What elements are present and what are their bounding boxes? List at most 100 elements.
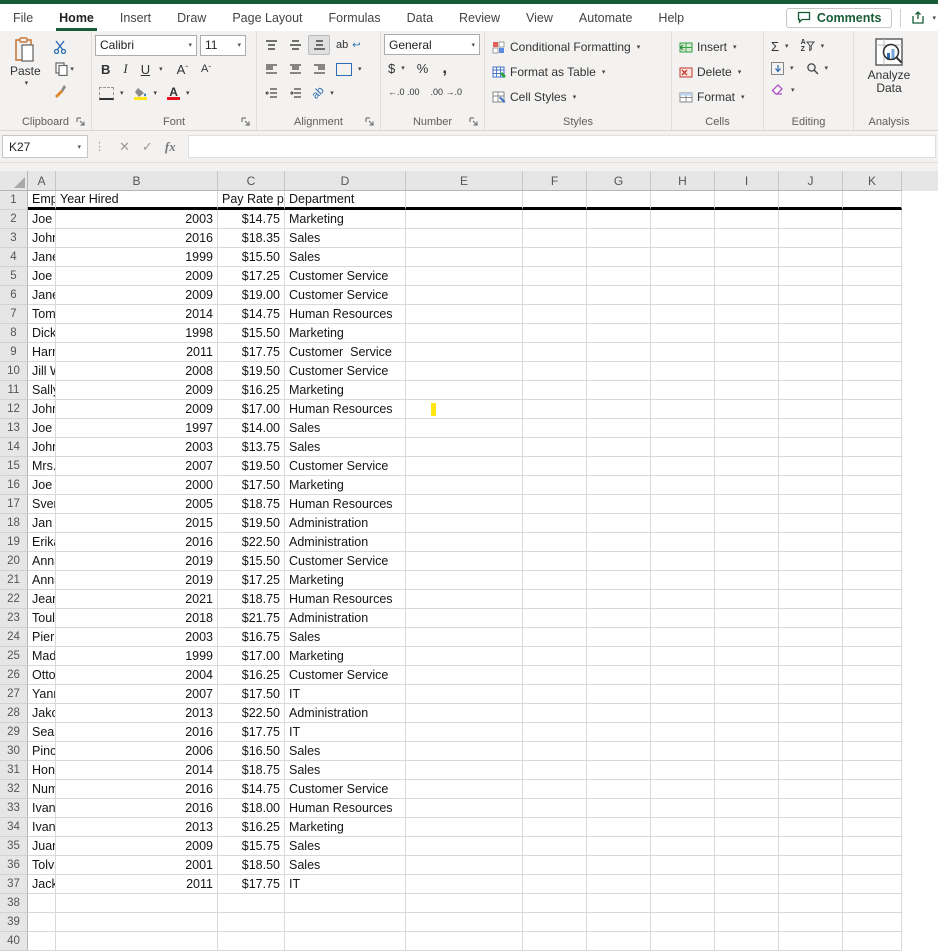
cell-B24[interactable]: 2003 [56,628,218,647]
cell-D21[interactable]: Marketing [285,571,406,590]
cell-I34[interactable] [715,818,779,837]
cell-H5[interactable] [651,267,715,286]
cell-A31[interactable]: Hong Gildong [28,761,56,780]
cell-F1[interactable] [523,191,587,210]
cell-C13[interactable]: $14.00 [218,419,285,438]
cell-K12[interactable] [843,400,902,419]
clipboard-dialog-launcher[interactable] [75,116,86,127]
cell-G27[interactable] [587,685,651,704]
cell-D14[interactable]: Sales [285,438,406,457]
analyze-data-button[interactable]: Analyze Data [861,34,918,98]
cell-B3[interactable]: 2016 [56,229,218,248]
cell-I28[interactable] [715,704,779,723]
cell-I29[interactable] [715,723,779,742]
cell-J26[interactable] [779,666,843,685]
cell-F26[interactable] [523,666,587,685]
cell-I8[interactable] [715,324,779,343]
cell-G14[interactable] [587,438,651,457]
row-header-14[interactable]: 14 [0,438,28,457]
cell-F36[interactable] [523,856,587,875]
cell-F27[interactable] [523,685,587,704]
cell-C9[interactable]: $17.75 [218,343,285,362]
cell-B15[interactable]: 2007 [56,457,218,476]
cell-F38[interactable] [523,894,587,913]
cell-I20[interactable] [715,552,779,571]
cell-B14[interactable]: 2003 [56,438,218,457]
cell-K38[interactable] [843,894,902,913]
cell-J5[interactable] [779,267,843,286]
cell-B9[interactable]: 2011 [56,343,218,362]
cell-B25[interactable]: 1999 [56,647,218,666]
cell-H37[interactable] [651,875,715,894]
font-dialog-launcher[interactable] [240,116,251,127]
cell-F15[interactable] [523,457,587,476]
number-format-combo[interactable]: General▾ [384,34,480,55]
cell-I25[interactable] [715,647,779,666]
col-header-D[interactable]: D [285,171,406,191]
align-bottom-button[interactable] [308,35,330,55]
cell-G4[interactable] [587,248,651,267]
cell-D30[interactable]: Sales [285,742,406,761]
cell-H3[interactable] [651,229,715,248]
cell-I35[interactable] [715,837,779,856]
cell-E1[interactable] [406,191,523,210]
cell-K22[interactable] [843,590,902,609]
cell-A25[interactable]: Madame Michu [28,647,56,666]
cell-E9[interactable] [406,343,523,362]
cell-E6[interactable] [406,286,523,305]
cell-F6[interactable] [523,286,587,305]
cell-A7[interactable]: Tom [28,305,56,324]
decrease-font-button[interactable]: Aˇ [195,58,217,80]
cell-I39[interactable] [715,913,779,932]
cell-K18[interactable] [843,514,902,533]
cell-A18[interactable]: Jan Kowlaski [28,514,56,533]
cell-D23[interactable]: Administration [285,609,406,628]
row-header-17[interactable]: 17 [0,495,28,514]
cell-C19[interactable]: $22.50 [218,533,285,552]
row-header-32[interactable]: 32 [0,780,28,799]
cell-G18[interactable] [587,514,651,533]
cell-G16[interactable] [587,476,651,495]
cell-D26[interactable]: Customer Service [285,666,406,685]
row-header-22[interactable]: 22 [0,590,28,609]
cell-I5[interactable] [715,267,779,286]
cell-A1[interactable]: Employee Name [28,191,56,210]
cell-J12[interactable] [779,400,843,419]
tab-view[interactable]: View [513,4,566,31]
cell-C26[interactable]: $16.25 [218,666,285,685]
cell-J11[interactable] [779,381,843,400]
cell-K36[interactable] [843,856,902,875]
cell-H33[interactable] [651,799,715,818]
cell-I18[interactable] [715,514,779,533]
cell-G2[interactable] [587,210,651,229]
cell-J8[interactable] [779,324,843,343]
cell-H13[interactable] [651,419,715,438]
cell-C1[interactable]: Pay Rate per Hour [218,191,285,210]
cell-A6[interactable]: Jane Smith [28,286,56,305]
cell-J40[interactable] [779,932,843,951]
cell-B5[interactable]: 2009 [56,267,218,286]
borders-button[interactable]: ▾ [95,82,128,104]
align-center-button[interactable] [284,59,306,79]
cell-J28[interactable] [779,704,843,723]
cell-B18[interactable]: 2015 [56,514,218,533]
col-header-E[interactable]: E [406,171,523,191]
cell-K3[interactable] [843,229,902,248]
delete-cells-button[interactable]: Delete▾ [675,61,745,83]
cell-D5[interactable]: Customer Service [285,267,406,286]
cell-F2[interactable] [523,210,587,229]
cell-C38[interactable] [218,894,285,913]
increase-indent-button[interactable] [284,83,306,103]
col-header-B[interactable]: B [56,171,218,191]
cell-F9[interactable] [523,343,587,362]
cell-B40[interactable] [56,932,218,951]
cell-D37[interactable]: IT [285,875,406,894]
tab-formulas[interactable]: Formulas [316,4,394,31]
row-header-35[interactable]: 35 [0,837,28,856]
cell-K27[interactable] [843,685,902,704]
cell-D2[interactable]: Marketing [285,210,406,229]
cell-B36[interactable]: 2001 [56,856,218,875]
cell-F17[interactable] [523,495,587,514]
align-right-button[interactable] [308,59,330,79]
cell-F40[interactable] [523,932,587,951]
